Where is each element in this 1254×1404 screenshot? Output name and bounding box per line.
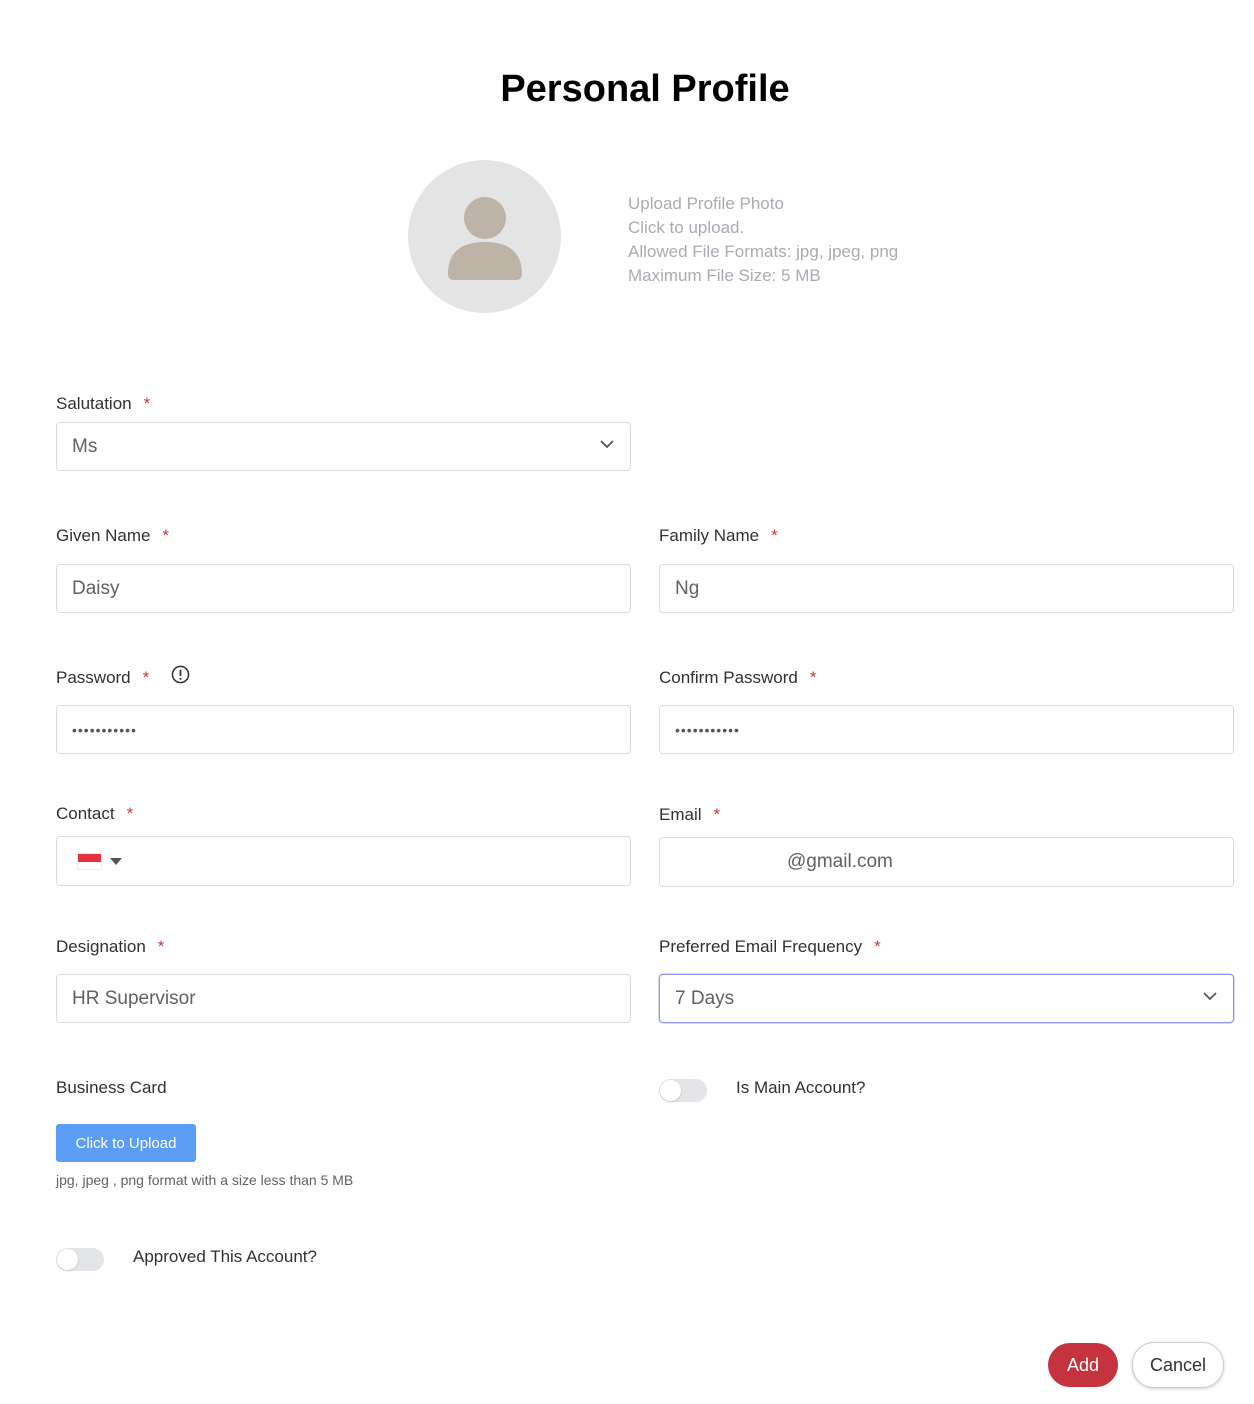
required-mark: * [874,937,881,956]
cancel-button[interactable]: Cancel [1132,1342,1224,1388]
upload-instructions: Upload Profile Photo Click to upload. Al… [628,192,898,288]
main-account-label: Is Main Account? [736,1078,866,1097]
toggle-knob [660,1080,681,1101]
password-label: Password * [56,668,150,687]
required-mark: * [809,668,817,687]
approved-account-toggle[interactable] [56,1248,104,1271]
contact-label: Contact * [56,804,134,823]
main-account-toggle[interactable] [659,1079,707,1102]
designation-label: Designation * [56,937,165,956]
required-mark: * [143,394,151,413]
family-name-input[interactable]: Ng [659,564,1234,613]
profile-photo-upload[interactable] [408,160,561,313]
family-name-label: Family Name * [659,526,778,545]
salutation-label: Salutation * [56,394,151,413]
confirm-password-input[interactable]: ••••••••••• [659,705,1234,754]
email-label: Email * [659,805,721,824]
email-frequency-label: Preferred Email Frequency * [659,937,881,956]
given-name-label: Given Name * [56,526,170,545]
email-input[interactable]: @gmail.com [659,837,1234,887]
required-mark: * [713,805,721,824]
singapore-flag-icon[interactable] [77,853,102,870]
business-card-label: Business Card [56,1078,167,1097]
upload-formats: Allowed File Formats: jpg, jpeg, png [628,242,899,261]
salutation-select[interactable]: Ms [56,422,631,471]
page-title: Personal Profile [500,68,790,110]
info-icon[interactable] [171,665,190,684]
add-button[interactable]: Add [1048,1343,1118,1387]
business-card-upload-button[interactable]: Click to Upload [56,1124,196,1162]
salutation-value: Ms [72,435,98,457]
required-mark: * [142,668,150,687]
chevron-down-icon [1203,992,1217,1001]
upload-click-text: Click to upload. [628,218,745,237]
contact-input[interactable] [56,836,631,886]
upload-title: Upload Profile Photo [628,194,784,213]
designation-input[interactable]: HR Supervisor [56,974,631,1023]
upload-max-size: Maximum File Size: 5 MB [628,266,821,285]
required-mark: * [126,804,134,823]
user-icon [448,197,522,280]
business-card-hint: jpg, jpeg , png format with a size less … [56,1172,354,1188]
chevron-down-icon [600,440,614,449]
personal-profile-form: Personal Profile Upload Profile Photo Cl… [0,0,1254,1404]
required-mark: * [771,526,778,545]
password-input[interactable]: ••••••••••• [56,705,631,754]
given-name-input[interactable]: Daisy [56,564,631,613]
email-frequency-select[interactable]: 7 Days [659,974,1234,1023]
confirm-password-label: Confirm Password * [659,668,817,687]
approved-account-label: Approved This Account? [133,1247,317,1266]
required-mark: * [157,937,165,956]
required-mark: * [162,526,170,545]
caret-down-icon[interactable] [110,858,122,865]
toggle-knob [57,1249,78,1270]
